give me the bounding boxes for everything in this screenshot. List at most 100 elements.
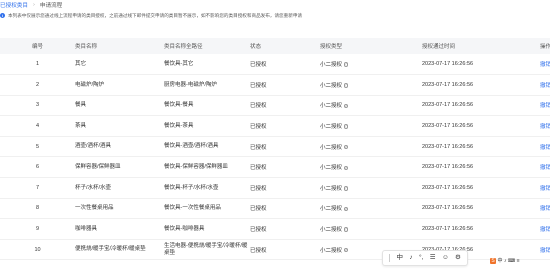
cell-action[interactable]: 撤销: [540, 178, 550, 199]
cell-auth-time: 2023-07-17 16:26:56: [422, 123, 474, 130]
cell-auth-type: 小二授权?: [320, 95, 422, 116]
help-icon[interactable]: ?: [343, 206, 349, 212]
auth-type-label: 小二授权: [320, 82, 343, 89]
table-row: 8 一次性餐桌用品 餐饮具-一次性餐桌用品 已授权 小二授权? 2023-07-17 16…: [0, 198, 550, 219]
cell-status: 已授权: [250, 103, 267, 110]
cell-auth-type: 小二授权?: [320, 136, 422, 157]
ime-emoji-icon[interactable]: ☺: [442, 254, 449, 262]
auth-type-label: 小二授权: [320, 185, 343, 192]
ime-side-lang[interactable]: 中: [498, 257, 503, 264]
cell-id: 3: [35, 102, 40, 109]
cell-action[interactable]: 撤销: [540, 54, 550, 75]
notice-banner: i 本列表中仅展示您通过线上流程申请的类目授权，之前通过线下邮件提交申请的类目暂…: [0, 11, 550, 20]
cell-category-path: 餐饮具-杯子/水杯/水壶: [164, 184, 219, 191]
cell-action[interactable]: 撤销: [540, 75, 550, 96]
breadcrumb-current: 申请流程: [39, 3, 63, 9]
help-icon[interactable]: ?: [343, 247, 349, 253]
header-action: 操作: [540, 44, 550, 50]
help-icon[interactable]: ?: [343, 62, 349, 67]
cell-category-path: 餐饮具-餐具: [164, 102, 194, 109]
cell-action[interactable]: 撤销: [540, 136, 550, 157]
cell-action[interactable]: 撤销: [540, 116, 550, 137]
help-icon[interactable]: ?: [343, 186, 349, 191]
cell-category-name: 餐具: [75, 102, 87, 109]
ime-logo-icon[interactable]: S: [490, 257, 496, 264]
ime-side-voice-icon[interactable]: ♪: [504, 258, 507, 264]
cell-category-name: 电磁炉/陶炉: [75, 81, 105, 88]
cell-action[interactable]: 撤销: [540, 95, 550, 116]
cell-auth-type: 小二授权?: [320, 157, 422, 178]
table-row: 6 保鲜容器/保鲜器皿 餐饮具-保鲜容器/保鲜器皿 已授权 小二授权? 2023-07-1…: [0, 157, 550, 178]
cell-id: 10: [34, 246, 41, 253]
cell-category-name: 一次性餐桌用品: [75, 205, 114, 212]
help-icon[interactable]: ?: [343, 165, 349, 171]
cell-status: 已授权: [250, 247, 267, 254]
cell-auth-time: 2023-07-17 16:26:56: [422, 184, 474, 191]
auth-type-label: 小二授权: [320, 247, 343, 254]
cell-category-path: 餐饮具-一次性餐桌用品: [164, 205, 221, 212]
cell-category-name: 杯子/水杯/水壶: [75, 184, 112, 191]
header-category-path: 类目名称全路径: [164, 44, 203, 50]
table-row: 1 其它 餐饮具-其它 已授权 小二授权? 2023-07-17 16:26:56 撤销: [0, 54, 550, 75]
cell-auth-time: 2023-07-17 16:26:56: [422, 226, 474, 233]
ime-side-menu-icon[interactable]: ≡: [517, 258, 520, 264]
cell-auth-type: 小二授权?: [320, 219, 422, 240]
header-category-name: 类目名称: [75, 44, 98, 50]
cell-auth-time: 2023-07-17 16:26:56: [422, 143, 474, 150]
cell-status: 已授权: [250, 124, 267, 131]
table-row: 7 杯子/水杯/水壶 餐饮具-杯子/水杯/水壶 已授权 小二授权? 2023-07-17 …: [0, 178, 550, 199]
cell-status: 已授权: [250, 185, 267, 192]
cell-action[interactable]: 撤销: [540, 239, 550, 260]
cell-action[interactable]: 撤销: [540, 219, 550, 240]
ime-settings-icon[interactable]: ⚙: [455, 254, 461, 262]
table-row: 3 餐具 餐饮具-餐具 已授权 小二授权? 2023-07-17 16:26:56 撤销: [0, 95, 550, 116]
cell-category-name: 保鲜容器/保鲜器皿: [75, 164, 121, 171]
cell-category-path: 生活电器-便携烧/暖手宝/冷暖杯/暖桌垫: [164, 243, 248, 256]
cell-category-name: 茶具: [75, 122, 87, 129]
cell-id: 2: [35, 81, 40, 88]
cell-status: 已授权: [250, 165, 267, 172]
cell-action[interactable]: 撤销: [540, 157, 550, 178]
auth-type-label: 小二授权: [320, 206, 343, 213]
cell-category-name: 其它: [75, 60, 87, 67]
cell-status: 已授权: [250, 62, 267, 69]
help-icon[interactable]: ?: [343, 227, 349, 232]
cell-status: 已授权: [250, 227, 267, 234]
cell-category-path: 餐饮具-茶具: [164, 122, 194, 129]
cell-category-name: 便携烧/暖手宝/冷暖杯/暖桌垫: [75, 246, 146, 253]
ime-side-tray: S 中 ♪ ⌨ ≡: [490, 257, 520, 264]
table-row: 2 电磁炉/陶炉 厨房电器-电磁炉/陶炉 已授权 小二授权? 2023-07-17 16:…: [0, 75, 550, 96]
cell-category-path: 餐饮具-其它: [164, 60, 194, 67]
ime-lang-toggle[interactable]: 中: [397, 254, 404, 262]
ime-side-keyboard-icon[interactable]: ⌨: [508, 258, 515, 264]
cell-auth-type: 小二授权?: [320, 198, 422, 219]
help-icon[interactable]: ?: [343, 124, 349, 129]
header-auth-type: 授权类型: [320, 44, 343, 50]
auth-type-label: 小二授权: [320, 144, 343, 151]
help-icon[interactable]: ?: [343, 144, 349, 150]
cell-auth-type: 小二授权?: [320, 116, 422, 137]
help-icon[interactable]: ?: [343, 103, 349, 109]
breadcrumb-parent-link[interactable]: 已授权类目: [0, 1, 28, 9]
ime-voice-icon[interactable]: ♪: [409, 254, 412, 262]
auth-type-label: 小二授权: [320, 62, 343, 69]
cell-id: 5: [35, 143, 40, 150]
cell-category-path: 餐饮具-咖啡器具: [164, 225, 205, 232]
cell-action[interactable]: 撤销: [540, 198, 550, 219]
auth-type-label: 小二授权: [320, 227, 343, 234]
breadcrumb: 已授权类目 › 申请流程: [0, 0, 550, 10]
cell-status: 已授权: [250, 144, 267, 151]
info-icon: i: [0, 13, 5, 18]
cell-auth-time: 2023-07-17 16:26:56: [422, 102, 474, 109]
cell-status: 已授权: [250, 206, 267, 213]
cell-id: 7: [35, 184, 40, 191]
cell-id: 6: [35, 164, 40, 171]
cell-id: 4: [35, 123, 40, 130]
cell-status: 已授权: [250, 82, 267, 89]
help-icon[interactable]: ?: [343, 83, 349, 88]
cell-id: 9: [35, 226, 40, 233]
cell-auth-time: 2023-07-17 16:26:56: [422, 205, 474, 212]
header-auth-time: 授权通过时间: [422, 44, 456, 50]
ime-punct-icon[interactable]: °,: [419, 254, 423, 262]
ime-menu-icon[interactable]: ☰: [430, 254, 436, 262]
